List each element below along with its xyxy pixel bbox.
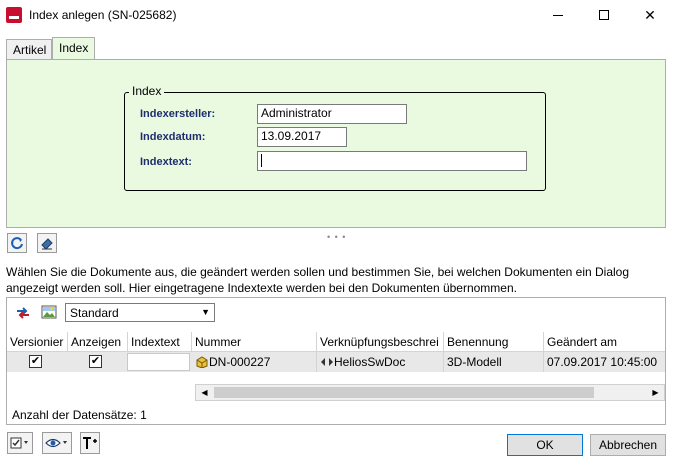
splitter-handle[interactable]: • • • xyxy=(327,232,346,242)
window-title: Index anlegen (SN-025682) xyxy=(29,8,177,22)
record-count: Anzahl der Datensätze: 1 xyxy=(12,408,147,422)
refresh-icon xyxy=(11,237,23,250)
maximize-button[interactable] xyxy=(581,0,627,30)
index-group-legend: Index xyxy=(129,84,165,98)
column-header-anzeigen[interactable]: Anzeigen xyxy=(68,332,128,352)
view-select-value: Standard xyxy=(70,306,119,320)
ok-button[interactable]: OK xyxy=(507,434,583,456)
table-row[interactable]: ✔ ✔ DN-000227 HeliosSwDoc 3D-Modell 07.0… xyxy=(7,352,665,372)
view-select[interactable]: Standard ▼ xyxy=(65,303,215,322)
image-view-icon[interactable] xyxy=(41,304,57,320)
row-indextext-input[interactable] xyxy=(127,353,190,371)
versionieren-checkbox[interactable]: ✔ xyxy=(29,355,42,368)
text-plus-button[interactable] xyxy=(80,432,100,454)
app-logo-icon xyxy=(6,7,22,23)
refresh-button[interactable] xyxy=(7,233,27,253)
maximize-icon xyxy=(599,10,609,20)
date-label: Indexdatum: xyxy=(140,131,206,143)
horizontal-scrollbar[interactable]: ◀ ▶ xyxy=(195,384,665,401)
column-header-indextext[interactable]: Indextext xyxy=(128,332,192,352)
tab-index-label: Index xyxy=(59,41,89,55)
minimize-button[interactable] xyxy=(535,0,581,30)
link-arrows-icon xyxy=(321,358,333,366)
visibility-menu-button[interactable] xyxy=(42,432,72,454)
eye-icon xyxy=(45,438,67,448)
date-field[interactable]: 13.09.2017 xyxy=(257,127,347,147)
instructions-text: Wählen Sie die Dokumente aus, die geände… xyxy=(6,265,630,295)
tab-index[interactable]: Index xyxy=(52,37,95,60)
cancel-button[interactable]: Abbrechen xyxy=(590,434,666,456)
checkbox-menu-button[interactable] xyxy=(7,432,33,454)
row-verknuepfung-cell: HeliosSwDoc xyxy=(317,352,444,372)
checkbox-dropdown-icon xyxy=(10,437,28,449)
row-geaendert-cell: 07.09.2017 10:45:00 xyxy=(547,355,658,369)
scrollbar-thumb[interactable] xyxy=(214,387,594,398)
title-bar: Index anlegen (SN-025682) ✕ xyxy=(0,0,674,30)
minimize-icon xyxy=(553,14,563,16)
swap-arrows-icon[interactable] xyxy=(15,306,31,320)
creator-field[interactable]: Administrator xyxy=(257,104,407,124)
tab-artikel-label: Artikel xyxy=(13,43,47,57)
eraser-button[interactable] xyxy=(37,233,57,253)
column-header-nummer[interactable]: Nummer xyxy=(192,332,317,352)
row-benennung-cell: 3D-Modell xyxy=(444,352,544,372)
index-text-input[interactable] xyxy=(257,151,527,171)
column-header-benennung[interactable]: Benennung xyxy=(444,332,544,352)
row-nummer-text: DN-000227 xyxy=(209,355,271,369)
close-button[interactable]: ✕ xyxy=(627,0,673,30)
column-header-verknuepfung[interactable]: Verknüpfungsbeschrei xyxy=(317,332,444,352)
grid-toolbar: Standard ▼ xyxy=(7,298,665,328)
column-header-versionieren[interactable]: Versionier xyxy=(7,332,68,352)
chevron-down-icon: ▼ xyxy=(201,307,210,317)
scroll-left-icon[interactable]: ◀ xyxy=(196,385,213,400)
part-document-icon xyxy=(196,356,208,369)
eraser-icon xyxy=(41,238,53,250)
tab-artikel[interactable]: Artikel xyxy=(6,39,52,60)
row-nummer-cell: DN-000227 xyxy=(192,352,317,372)
documents-grid: Standard ▼ Versionier Anzeigen Indextext… xyxy=(6,297,666,425)
close-icon: ✕ xyxy=(644,6,656,23)
column-header-geaendert[interactable]: Geändert am xyxy=(544,332,665,352)
anzeigen-checkbox[interactable]: ✔ xyxy=(89,355,102,368)
row-verknuepfung-text: HeliosSwDoc xyxy=(334,355,406,369)
creator-label: Indexersteller: xyxy=(140,108,216,120)
text-plus-icon xyxy=(83,437,97,449)
index-text-label: Indextext: xyxy=(140,156,192,168)
text-cursor xyxy=(261,154,262,168)
scroll-right-icon[interactable]: ▶ xyxy=(647,385,664,400)
grid-header: Versionier Anzeigen Indextext Nummer Ver… xyxy=(7,332,665,352)
